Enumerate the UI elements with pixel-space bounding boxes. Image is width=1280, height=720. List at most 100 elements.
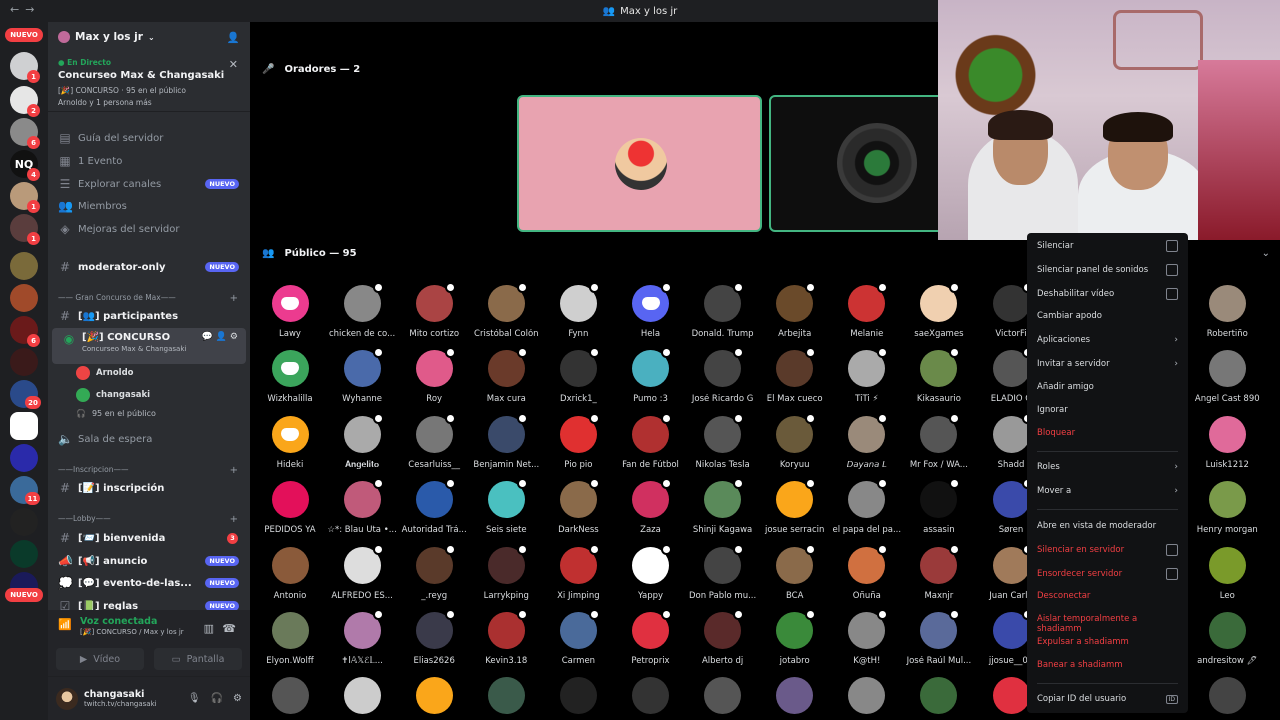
server-icon[interactable] [10, 412, 38, 440]
menu-item-desconectar[interactable]: Desconectar [1037, 591, 1178, 601]
audience-member[interactable]: ✝ꟾ𝔸𝕏ℰ𝕃... [326, 609, 398, 666]
menu-item-invitar-a-servidor[interactable]: Invitar a servidor › [1037, 359, 1178, 369]
category-lobby[interactable]: ——Lobby—— + [48, 514, 250, 525]
audience-member[interactable]: Pumo :3 [615, 347, 687, 404]
server-icon[interactable] [10, 444, 38, 472]
nav-browse-channels[interactable]: ☰ Explorar canales NUEVO [48, 174, 250, 194]
audience-member[interactable] [254, 677, 326, 715]
channel-sala-de-espera[interactable]: 🔈 Sala de espera [48, 429, 250, 449]
channel-anuncio[interactable]: 📣 [📢] anuncio NUEVO [48, 551, 250, 571]
headphones-icon[interactable]: 🎧 [211, 693, 223, 704]
audience-member[interactable]: Cesarluiss__ [398, 412, 470, 470]
audience-member[interactable]: josue serracin [759, 478, 831, 535]
gear-icon[interactable]: ⚙ [233, 693, 242, 704]
audience-member[interactable]: Wizkhalilla [254, 350, 326, 404]
audience-member[interactable]: Kikasaurio [903, 347, 975, 404]
menu-item-silenciar-en-servidor[interactable]: Silenciar en servidor [1037, 544, 1178, 556]
audience-member[interactable]: Fan de Fútbol [615, 412, 687, 470]
audience-member[interactable]: Luisk1212 [1191, 415, 1263, 470]
server-icon[interactable] [10, 284, 38, 312]
server-header[interactable]: Max y los jr ⌄ 👤 [48, 22, 250, 52]
audience-member[interactable] [687, 677, 759, 715]
audience-member[interactable]: Alberto dj [687, 609, 759, 666]
speaker-arnoldo[interactable]: Arnoldo [76, 366, 134, 380]
audience-member[interactable]: Robertiño [1191, 285, 1263, 339]
channel-moderator-only[interactable]: # moderator-only NUEVO [48, 257, 250, 277]
audience-member[interactable]: Hideki [254, 415, 326, 470]
audience-member[interactable]: Fynn [542, 282, 614, 339]
audience-member[interactable]: Zaza [615, 478, 687, 535]
checkbox[interactable] [1166, 240, 1178, 252]
nav-server-guide[interactable]: ▤ Guía del servidor [48, 128, 250, 148]
audience-member[interactable]: 𝘋𝘢𝘺𝘢𝘯𝘢 𝘓 [831, 412, 903, 470]
audience-member[interactable]: Maxnjr [903, 543, 975, 601]
server-icon[interactable] [10, 540, 38, 568]
menu-item-aplicaciones[interactable]: Aplicaciones › [1037, 335, 1178, 345]
audience-member[interactable]: Hela [615, 282, 687, 339]
channel-participantes[interactable]: # [👥] participantes [48, 306, 250, 326]
menu-item-banear-a-shadiamm[interactable]: Banear a shadiamm [1037, 660, 1178, 670]
audience-member[interactable]: José Raúl Mul... [903, 609, 975, 666]
audience-member[interactable]: _.reyg [398, 543, 470, 601]
menu-item-cambiar-apodo[interactable]: Cambiar apodo [1037, 311, 1178, 321]
audience-member[interactable] [759, 677, 831, 715]
menu-item-mover-a[interactable]: Mover a › [1037, 486, 1178, 496]
audience-member[interactable]: Koryuu [759, 412, 831, 470]
speaker-tile-changasaki[interactable] [769, 95, 944, 232]
audience-member[interactable]: Elias2626 [398, 609, 470, 666]
audience-member[interactable]: Dxrick1_ [542, 347, 614, 404]
audience-member[interactable]: Benjamin Net... [470, 412, 542, 470]
audience-member[interactable]: Autoridad Trá... [398, 478, 470, 535]
audience-member[interactable]: Max cura [470, 347, 542, 404]
video-button[interactable]: ▶ Vídeo [56, 648, 144, 670]
audience-member[interactable]: chicken de co... [326, 282, 398, 339]
menu-item-añadir-amigo[interactable]: Añadir amigo [1037, 382, 1178, 392]
audience-member[interactable]: Leo [1191, 546, 1263, 601]
user-avatar[interactable] [56, 687, 78, 710]
channel-inscripcion[interactable]: # [📝] inscripción [48, 478, 250, 498]
server-icon[interactable] [10, 252, 38, 280]
server-icon[interactable] [10, 348, 38, 376]
checkbox[interactable] [1166, 568, 1178, 580]
audience-member[interactable] [398, 677, 470, 715]
audience-member[interactable]: Donald. Trump [687, 282, 759, 339]
audience-member[interactable]: Carmen [542, 609, 614, 666]
audience-member[interactable] [831, 677, 903, 715]
speaker-changasaki[interactable]: changasaki [76, 388, 150, 402]
audience-member[interactable]: José Ricardo G [687, 347, 759, 404]
audience-member[interactable] [615, 677, 687, 715]
menu-item-ignorar[interactable]: Ignorar [1037, 405, 1178, 415]
audience-member[interactable] [470, 677, 542, 715]
audience-count[interactable]: 🎧 95 en el público [76, 409, 156, 418]
audience-member[interactable]: Roy [398, 347, 470, 404]
forward-arrow-icon[interactable]: → [25, 3, 40, 16]
audience-member[interactable]: 𝐀𝐧𝐠𝐞𝐥𝐢𝐭𝐨 [326, 412, 398, 470]
menu-item-silenciar-panel-de-sonidos[interactable]: Silenciar panel de sonidos [1037, 264, 1178, 276]
voice-location[interactable]: [🎉] CONCURSO / Max y los jr [80, 628, 240, 636]
menu-item-bloquear[interactable]: Bloquear [1037, 428, 1178, 438]
audience-member[interactable]: ALFREDO ES... [326, 543, 398, 601]
audience-member[interactable]: Lawy [254, 285, 326, 339]
menu-item-aislar-temporalmente-a-shadiamm[interactable]: Aislar temporalmente a shadiamm [1037, 614, 1178, 634]
audience-member[interactable]: el papa del pa... [831, 478, 903, 535]
speaker-tile-arnoldo[interactable] [517, 95, 762, 232]
audience-member[interactable]: Oñuña [831, 543, 903, 601]
audience-member[interactable]: DarkNess [542, 478, 614, 535]
channel-bienvenida[interactable]: # [📨] bienvenida 3 [48, 528, 250, 548]
audience-member[interactable]: Seis siete [470, 478, 542, 535]
audience-member[interactable]: Larrykping [470, 543, 542, 601]
audience-member[interactable]: Yappy [615, 543, 687, 601]
audience-member[interactable] [1191, 677, 1263, 715]
category-gran-concurso[interactable]: —— Gran Concurso de Max—— + [48, 293, 250, 304]
audience-member[interactable]: ☆*: Blau Uta •... [326, 478, 398, 535]
audience-member[interactable]: Shinji Kagawa [687, 478, 759, 535]
category-inscripcion[interactable]: ——Inscripcion—— + [48, 465, 250, 476]
menu-item-deshabilitar-vídeo[interactable]: Deshabilitar vídeo [1037, 288, 1178, 300]
audience-member[interactable]: BCA [759, 543, 831, 601]
audience-member[interactable]: Arbejita [759, 282, 831, 339]
audience-member[interactable]: Henry morgan [1191, 481, 1263, 535]
menu-item-ensordecer-servidor[interactable]: Ensordecer servidor [1037, 568, 1178, 580]
audience-member[interactable]: Kevin3.18 [470, 609, 542, 666]
live-stage-card[interactable]: ● En Directo Concurseo Max & Changasaki … [48, 52, 250, 112]
soundboard-icon[interactable]: ▥ [204, 622, 214, 635]
